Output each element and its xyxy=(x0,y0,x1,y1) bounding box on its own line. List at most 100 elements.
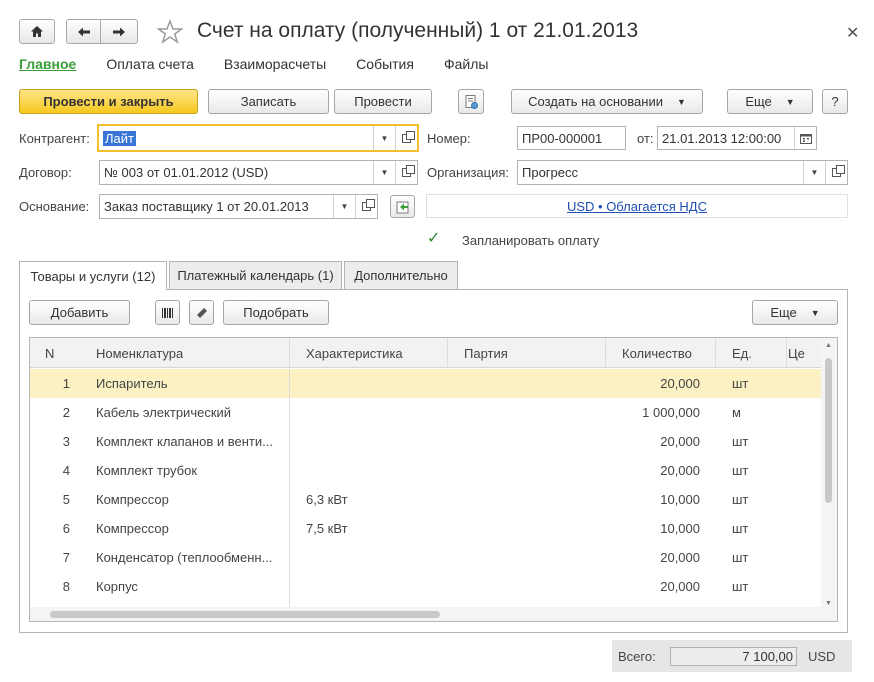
counterparty-field[interactable]: Лайт ▼ xyxy=(97,124,419,152)
section-tab-payment[interactable]: Оплата счета xyxy=(106,56,194,72)
table-row[interactable]: 8 Корпус 20,000 шт xyxy=(30,572,823,601)
cell-unit: м xyxy=(732,405,741,420)
print-button[interactable] xyxy=(458,89,484,114)
cell-n: 7 xyxy=(62,550,70,565)
organization-label: Организация: xyxy=(427,165,510,180)
date-label: от: xyxy=(637,131,654,146)
help-button[interactable]: ? xyxy=(822,89,848,114)
vertical-scrollbar[interactable]: ▲ ▼ xyxy=(821,338,837,621)
table-row[interactable]: 2 Кабель электрический 1 000,000 м xyxy=(30,398,823,427)
open-icon[interactable] xyxy=(395,126,417,150)
calendar-icon[interactable] xyxy=(794,127,816,149)
chevron-down-icon[interactable]: ▼ xyxy=(373,161,395,184)
column-header-price[interactable]: Це xyxy=(788,346,805,361)
cell-unit: шт xyxy=(732,376,749,391)
plan-payment-label: Запланировать оплату xyxy=(462,233,600,248)
cell-n: 4 xyxy=(62,463,70,478)
chevron-down-icon[interactable]: ▼ xyxy=(803,161,825,184)
column-header-characteristic[interactable]: Характеристика xyxy=(306,346,403,361)
more-label: Еще xyxy=(745,94,772,109)
tab-additional[interactable]: Дополнительно xyxy=(344,261,458,289)
post-and-close-button[interactable]: Провести и закрыть xyxy=(19,89,198,114)
contract-value: № 003 от 01.01.2012 (USD) xyxy=(104,165,269,180)
table-more-button[interactable]: Еще ▼ xyxy=(752,300,838,325)
fill-arrow-icon xyxy=(396,201,408,213)
cell-item: Комплект клапанов и венти... xyxy=(96,434,273,449)
scroll-down-icon[interactable]: ▼ xyxy=(825,600,832,607)
column-header-unit[interactable]: Ед. xyxy=(732,346,752,361)
column-header-n[interactable]: N xyxy=(45,346,54,361)
scanner-button[interactable] xyxy=(189,300,214,325)
open-icon[interactable] xyxy=(395,161,417,184)
create-based-on-label: Создать на основании xyxy=(528,94,663,109)
cell-n: 5 xyxy=(62,492,70,507)
forward-button[interactable] xyxy=(101,19,138,44)
table-row[interactable]: 3 Комплект клапанов и венти... 20,000 шт xyxy=(30,427,823,456)
cell-n: 8 xyxy=(62,579,70,594)
cell-quantity: 10,000 xyxy=(660,521,700,536)
column-header-item[interactable]: Номенклатура xyxy=(96,346,183,361)
table-row[interactable]: 5 Компрессор 6,3 кВт 10,000 шт xyxy=(30,485,823,514)
table-row[interactable]: 6 Компрессор 7,5 кВт 10,000 шт xyxy=(30,514,823,543)
section-tab-files[interactable]: Файлы xyxy=(444,56,488,72)
home-icon xyxy=(31,26,43,37)
tab-payment-calendar[interactable]: Платежный календарь (1) xyxy=(169,261,342,289)
cell-unit: шт xyxy=(732,434,749,449)
horizontal-scrollbar[interactable] xyxy=(30,607,823,621)
section-tab-main[interactable]: Главное xyxy=(19,56,76,72)
table-row[interactable]: 4 Комплект трубок 20,000 шт xyxy=(30,456,823,485)
close-icon[interactable]: ✕ xyxy=(846,23,859,43)
add-button[interactable]: Добавить xyxy=(29,300,130,325)
barcode-icon xyxy=(161,307,173,318)
column-header-quantity[interactable]: Количество xyxy=(622,346,692,361)
vat-link[interactable]: USD • Облагается НДС xyxy=(567,199,707,214)
cell-unit: шт xyxy=(732,550,749,565)
cell-quantity: 10,000 xyxy=(660,492,700,507)
chevron-down-icon[interactable]: ▼ xyxy=(333,195,355,218)
counterparty-label: Контрагент: xyxy=(19,131,90,146)
cell-item: Компрессор xyxy=(96,492,169,507)
contract-field[interactable]: № 003 от 01.01.2012 (USD) ▼ xyxy=(99,160,418,185)
chevron-down-icon[interactable]: ▼ xyxy=(373,126,395,150)
open-icon[interactable] xyxy=(355,195,377,218)
table-row[interactable]: 7 Конденсатор (теплообменн... 20,000 шт xyxy=(30,543,823,572)
arrow-right-icon xyxy=(113,27,125,36)
back-button[interactable] xyxy=(66,19,101,44)
date-value: 21.01.2013 12:00:00 xyxy=(662,130,782,146)
tab-goods-services[interactable]: Товары и услуги (12) xyxy=(19,261,167,290)
table-row[interactable]: 1 Испаритель 20,000 шт xyxy=(30,369,823,398)
cell-item: Конденсатор (теплообменн... xyxy=(96,550,273,565)
more-button[interactable]: Еще ▼ xyxy=(727,89,813,114)
open-icon[interactable] xyxy=(825,161,847,184)
post-button[interactable]: Провести xyxy=(334,89,432,114)
vertical-scroll-thumb[interactable] xyxy=(825,358,832,503)
basis-field[interactable]: Заказ поставщику 1 от 20.01.2013 ▼ xyxy=(99,194,378,219)
number-field[interactable]: ПР00-000001 xyxy=(517,126,626,150)
organization-field[interactable]: Прогресс ▼ xyxy=(517,160,848,185)
scroll-up-icon[interactable]: ▲ xyxy=(825,342,832,349)
cell-quantity: 1 000,000 xyxy=(642,405,700,420)
total-currency: USD xyxy=(808,649,836,664)
section-tab-settlements[interactable]: Взаиморасчеты xyxy=(224,56,326,72)
plan-payment-checkbox[interactable]: ✓ xyxy=(427,231,441,247)
pick-button[interactable]: Подобрать xyxy=(223,300,329,325)
chevron-down-icon: ▼ xyxy=(785,96,795,107)
cell-unit: шт xyxy=(732,492,749,507)
barcode-button[interactable] xyxy=(155,300,180,325)
horizontal-scroll-thumb[interactable] xyxy=(50,611,440,618)
fill-by-basis-button[interactable] xyxy=(390,195,415,218)
date-field[interactable]: 21.01.2013 12:00:00 xyxy=(657,126,817,150)
cell-item: Корпус xyxy=(96,579,138,594)
home-button[interactable] xyxy=(19,19,55,44)
section-tab-events[interactable]: События xyxy=(356,56,414,72)
cell-unit: шт xyxy=(732,579,749,594)
create-based-on-button[interactable]: Создать на основании ▼ xyxy=(511,89,703,114)
cell-item: Комплект трубок xyxy=(96,463,198,478)
basis-value: Заказ поставщику 1 от 20.01.2013 xyxy=(104,199,309,214)
column-header-batch[interactable]: Партия xyxy=(464,346,508,361)
page-title: Счет на оплату (полученный) 1 от 21.01.2… xyxy=(197,19,639,42)
write-button[interactable]: Записать xyxy=(208,89,329,114)
favorite-star-icon[interactable] xyxy=(156,18,184,47)
vat-link-box: USD • Облагается НДС xyxy=(426,194,848,218)
total-value: 7 100,00 xyxy=(670,647,797,666)
